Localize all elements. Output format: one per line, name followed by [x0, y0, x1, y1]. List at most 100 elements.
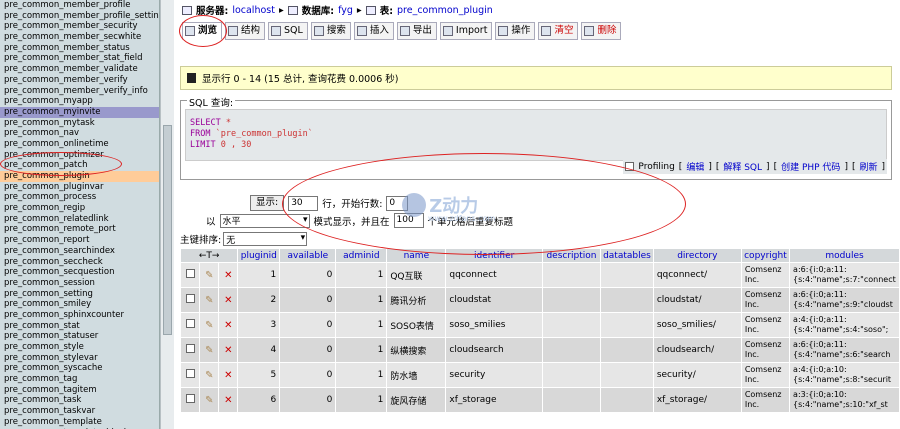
column-header-pluginid[interactable]: pluginid: [237, 248, 281, 263]
pencil-icon[interactable]: ✎: [205, 370, 213, 381]
row-select-cell[interactable]: [179, 287, 201, 313]
sidebar-item-pre-common-smiley[interactable]: pre_common_smiley: [0, 299, 159, 310]
explain-sql-link[interactable]: 解释 SQL: [723, 160, 762, 173]
sidebar-item-pre-common-member-verify-info[interactable]: pre_common_member_verify_info: [0, 86, 159, 97]
create-php-link[interactable]: 创建 PHP 代码: [781, 160, 840, 173]
profiling-checkbox[interactable]: [625, 162, 635, 171]
row-delete-cell[interactable]: ✕: [218, 362, 239, 388]
sidebar-item-pre-common-pluginvar[interactable]: pre_common_pluginvar: [0, 182, 159, 193]
row-checkbox[interactable]: [185, 394, 195, 403]
delete-icon[interactable]: ✕: [224, 320, 232, 331]
row-checkbox[interactable]: [185, 344, 195, 353]
column-header-modules[interactable]: modules: [789, 248, 900, 263]
sidebar-item-pre-common-member-secwhite[interactable]: pre_common_member_secwhite: [0, 32, 159, 43]
row-select-cell[interactable]: [179, 312, 201, 338]
sidebar-item-pre-common-member-verify[interactable]: pre_common_member_verify: [0, 75, 159, 86]
row-edit-cell[interactable]: ✎: [199, 387, 220, 413]
row-checkbox[interactable]: [185, 294, 195, 303]
row-delete-cell[interactable]: ✕: [218, 337, 239, 363]
column-header-directory[interactable]: directory: [652, 248, 742, 263]
sidebar-item-pre-common-remote-port[interactable]: pre_common_remote_port: [0, 224, 159, 235]
row-edit-cell[interactable]: ✎: [199, 337, 220, 363]
tab-export[interactable]: 导出: [396, 22, 437, 40]
column-header-name[interactable]: name: [386, 248, 447, 263]
repeat-header-input[interactable]: 100: [393, 213, 424, 228]
sidebar-item-pre-common-plugin[interactable]: pre_common_plugin: [0, 171, 159, 182]
sidebar-item-pre-common-statuser[interactable]: pre_common_statuser: [0, 331, 159, 342]
edit-link[interactable]: 编辑: [686, 160, 704, 173]
sidebar-item-pre-common-stat[interactable]: pre_common_stat: [0, 321, 159, 332]
sidebar-item-pre-common-report[interactable]: pre_common_report: [0, 235, 159, 246]
sidebar-item-pre-common-syscache[interactable]: pre_common_syscache: [0, 363, 159, 374]
row-edit-cell[interactable]: ✎: [199, 312, 220, 338]
sidebar-item-pre-common-member-stat-field[interactable]: pre_common_member_stat_field: [0, 53, 159, 64]
tab-search[interactable]: 搜索: [310, 22, 351, 40]
sidebar-item-pre-common-style[interactable]: pre_common_style: [0, 342, 159, 353]
sidebar-item-pre-common-mytask[interactable]: pre_common_mytask: [0, 118, 159, 129]
column-header-datatables[interactable]: datatables: [600, 248, 654, 263]
tab-empty[interactable]: 清空: [538, 22, 579, 40]
sidebar-item-pre-common-stylevar[interactable]: pre_common_stylevar: [0, 353, 159, 364]
refresh-link[interactable]: 刷新: [859, 160, 877, 173]
sidebar-item-pre-common-regip[interactable]: pre_common_regip: [0, 203, 159, 214]
pencil-icon[interactable]: ✎: [205, 295, 213, 306]
pencil-icon[interactable]: ✎: [205, 395, 213, 406]
row-delete-cell[interactable]: ✕: [218, 287, 239, 313]
row-select-cell[interactable]: [179, 362, 201, 388]
sidebar-item-pre-common-template[interactable]: pre_common_template: [0, 417, 159, 428]
crumb-db-link[interactable]: fyg: [338, 5, 353, 16]
tab-insert[interactable]: 插入: [353, 22, 394, 40]
tab-sql[interactable]: SQL: [268, 22, 308, 40]
pencil-icon[interactable]: ✎: [205, 270, 213, 281]
column-header-identifier[interactable]: identifier: [445, 248, 543, 263]
row-checkbox[interactable]: [185, 319, 195, 328]
row-edit-cell[interactable]: ✎: [199, 262, 220, 288]
row-select-cell[interactable]: [179, 337, 201, 363]
sidebar-item-pre-common-nav[interactable]: pre_common_nav: [0, 128, 159, 139]
tab-browse[interactable]: 浏览: [182, 22, 223, 40]
row-select-cell[interactable]: [179, 262, 201, 288]
sidebar-scrollbar[interactable]: [160, 0, 174, 429]
pencil-icon[interactable]: ✎: [205, 320, 213, 331]
row-delete-cell[interactable]: ✕: [218, 262, 239, 288]
row-checkbox[interactable]: [185, 369, 195, 378]
sidebar-item-pre-common-setting[interactable]: pre_common_setting: [0, 289, 159, 300]
row-edit-cell[interactable]: ✎: [199, 362, 220, 388]
sidebar-item-pre-common-myapp[interactable]: pre_common_myapp: [0, 96, 159, 107]
crumb-server-link[interactable]: localhost: [232, 5, 275, 16]
tab-operations[interactable]: 操作: [495, 22, 536, 40]
column-header-copyright[interactable]: copyright: [740, 248, 791, 263]
sidebar-item-pre-common-myinvite[interactable]: pre_common_myinvite: [0, 106, 159, 118]
tab-drop[interactable]: 删除: [581, 22, 622, 40]
sidebar-item-pre-common-relatedlink[interactable]: pre_common_relatedlink: [0, 214, 159, 225]
row-checkbox[interactable]: [185, 269, 195, 278]
show-button[interactable]: 显示:: [250, 195, 285, 211]
sidebar-item-pre-common-sphinxcounter[interactable]: pre_common_sphinxcounter: [0, 310, 159, 321]
sidebar-item-pre-common-searchindex[interactable]: pre_common_searchindex: [0, 246, 159, 257]
sidebar-item-pre-common-seccheck[interactable]: pre_common_seccheck: [0, 257, 159, 268]
scrollbar-thumb[interactable]: [163, 125, 172, 335]
delete-icon[interactable]: ✕: [224, 395, 232, 406]
sidebar-item-pre-common-tagitem[interactable]: pre_common_tagitem: [0, 385, 159, 396]
column-header-adminid[interactable]: adminid: [335, 248, 388, 263]
crumb-table-link[interactable]: pre_common_plugin: [397, 5, 493, 16]
header-arrows[interactable]: ←T→: [179, 248, 239, 263]
sidebar-item-pre-common-session[interactable]: pre_common_session: [0, 278, 159, 289]
tab-import[interactable]: Import: [439, 22, 493, 40]
delete-icon[interactable]: ✕: [224, 345, 232, 356]
row-delete-cell[interactable]: ✕: [218, 387, 239, 413]
sidebar-item-pre-common-secquestion[interactable]: pre_common_secquestion: [0, 267, 159, 278]
tab-structure[interactable]: 结构: [225, 22, 266, 40]
row-delete-cell[interactable]: ✕: [218, 312, 239, 338]
start-row-input[interactable]: 0: [386, 195, 409, 211]
sidebar-item-pre-common-member-status[interactable]: pre_common_member_status: [0, 43, 159, 54]
row-edit-cell[interactable]: ✎: [199, 287, 220, 313]
sidebar-item-pre-common-member-profile[interactable]: pre_common_member_profile: [0, 0, 159, 11]
sidebar-item-pre-common-process[interactable]: pre_common_process: [0, 192, 159, 203]
column-header-description[interactable]: description: [541, 248, 602, 263]
sort-select[interactable]: 无: [223, 232, 308, 246]
sidebar-item-pre-common-taskvar[interactable]: pre_common_taskvar: [0, 406, 159, 417]
delete-icon[interactable]: ✕: [224, 270, 232, 281]
pencil-icon[interactable]: ✎: [205, 345, 213, 356]
mode-select[interactable]: 水平: [219, 213, 310, 228]
